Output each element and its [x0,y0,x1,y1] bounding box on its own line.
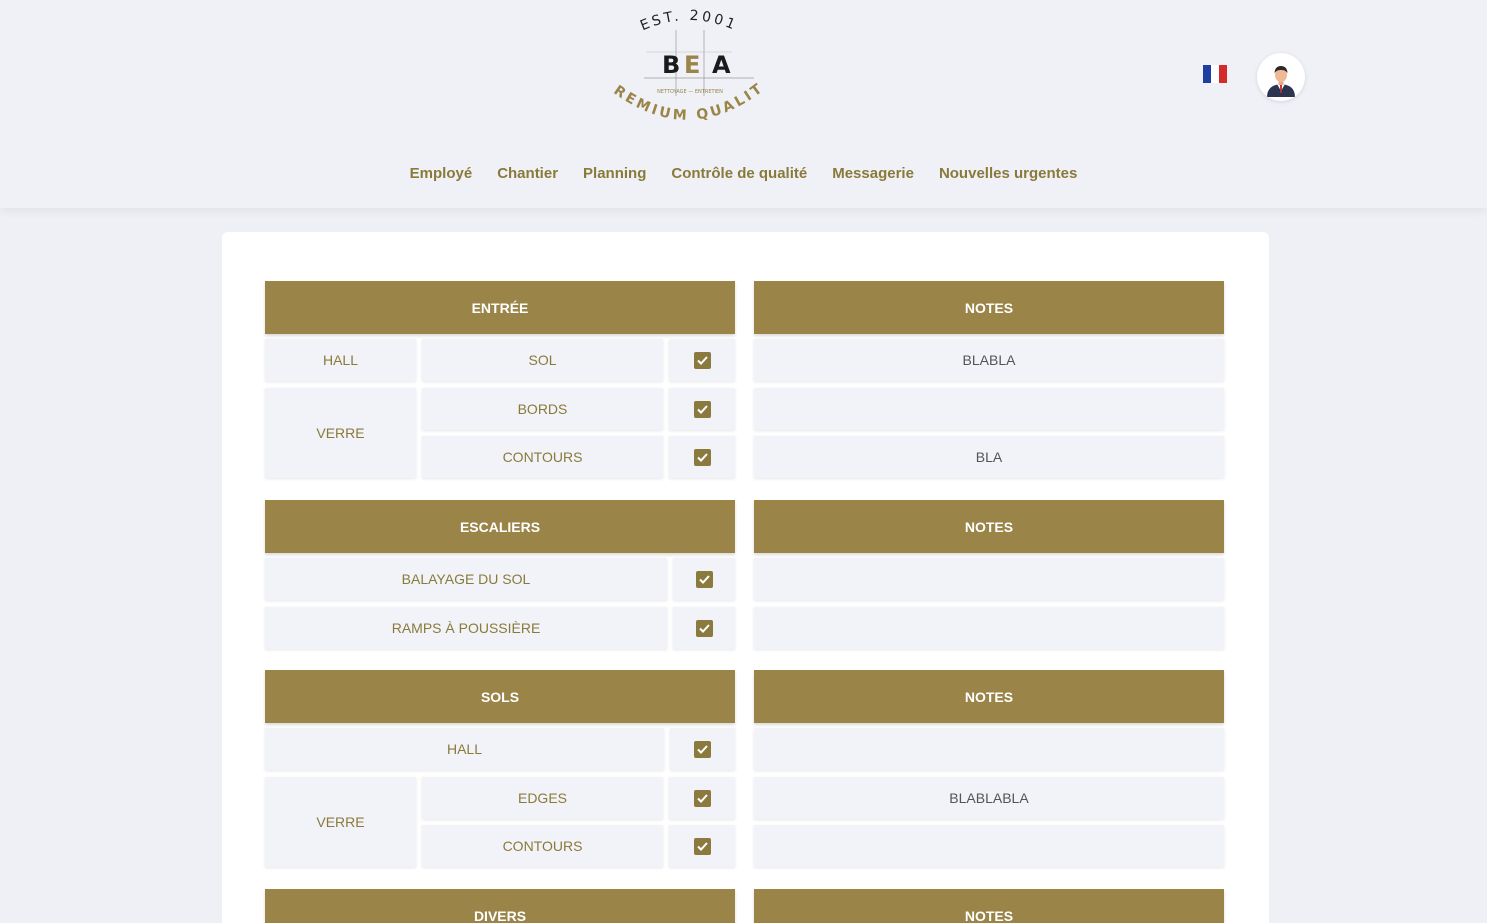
user-avatar-icon[interactable] [1257,53,1305,101]
main-nav: Employé Chantier Planning Contrôle de qu… [0,165,1487,182]
note-field[interactable] [754,607,1224,649]
section-header-notes: NOTES [754,670,1224,723]
section-header-escaliers: ESCALIERS [265,500,735,553]
checkbox-cell [673,607,735,649]
nav-messagerie[interactable]: Messagerie [832,165,914,182]
checkbox-cell [669,388,735,430]
bea-logo[interactable]: EST. 2001 B E A NETTOYAGE — ENTRETIEN PR… [604,8,774,136]
task-contours: CONTOURS [422,825,663,867]
section-header-sols: SOLS [265,670,735,723]
note-field[interactable] [754,388,1224,430]
svg-text:A: A [712,51,731,79]
task-contours: CONTOURS [422,436,663,478]
checklist-card: ENTRÉE NOTES HALL SOL BLABLA VERRE BORDS… [222,232,1269,923]
checkbox-cell [670,728,735,770]
nav-controle-qualite[interactable]: Contrôle de qualité [671,165,807,182]
checkbox-checked-icon[interactable] [693,837,711,855]
nav-nouvelles-urgentes[interactable]: Nouvelles urgentes [939,165,1077,182]
site-header: EST. 2001 B E A NETTOYAGE — ENTRETIEN PR… [0,0,1487,208]
checkbox-cell [673,558,735,600]
note-field[interactable]: BLA [754,436,1224,478]
section-header-entree: ENTRÉE [265,281,735,334]
svg-text:EST. 2001: EST. 2001 [638,8,740,34]
checkbox-checked-icon[interactable] [694,740,711,758]
checkbox-checked-icon[interactable] [693,448,711,466]
task-bords: BORDS [422,388,663,430]
nav-employe[interactable]: Employé [410,165,473,182]
task-balayage-du-sol: BALAYAGE DU SOL [265,558,667,600]
zone-verre: VERRE [265,777,416,867]
task-sol: SOL [422,339,663,381]
nav-chantier[interactable]: Chantier [497,165,558,182]
note-field[interactable] [754,558,1224,600]
zone-hall: HALL [265,728,664,770]
task-edges: EDGES [422,777,663,819]
flag-france-icon[interactable] [1203,65,1227,83]
checkbox-checked-icon[interactable] [693,789,711,807]
section-header-divers: DIVERS [265,889,735,923]
section-header-notes: NOTES [754,889,1224,923]
nav-planning[interactable]: Planning [583,165,646,182]
checkbox-checked-icon[interactable] [695,570,713,588]
svg-text:E: E [684,51,700,79]
note-field[interactable]: BLABLABLA [754,777,1224,819]
section-header-notes: NOTES [754,500,1224,553]
svg-text:B: B [662,51,680,79]
checkbox-cell [669,825,735,867]
checkbox-cell [669,777,735,819]
checkbox-cell [669,339,735,381]
note-field[interactable] [754,728,1224,770]
zone-hall: HALL [265,339,416,381]
svg-text:NETTOYAGE — ENTRETIEN: NETTOYAGE — ENTRETIEN [657,89,723,95]
note-field[interactable]: BLABLA [754,339,1224,381]
zone-verre: VERRE [265,388,416,478]
note-field[interactable] [754,825,1224,867]
section-header-notes: NOTES [754,281,1224,334]
checkbox-cell [669,436,735,478]
checkbox-checked-icon[interactable] [695,619,713,637]
task-ramps-a-poussiere: RAMPS À POUSSIÈRE [265,607,667,649]
checkbox-checked-icon[interactable] [693,351,711,369]
checkbox-checked-icon[interactable] [693,400,711,418]
